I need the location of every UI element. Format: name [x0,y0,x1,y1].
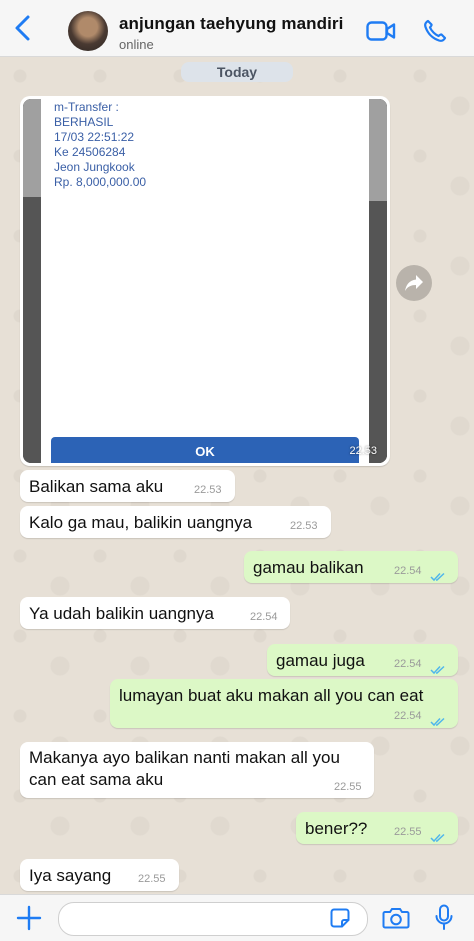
message-text: Balikan sama aku [29,477,164,496]
message-time: 22.53 [349,445,377,457]
message-text: gamau juga [276,651,365,670]
screenshot-line: BERHASIL [54,115,114,129]
image-message[interactable]: m-Transfer : BERHASIL 17/03 22:51:22 Ke … [20,96,390,466]
message-time: 22.53 [194,484,222,496]
message-input-bar [0,894,474,941]
incoming-message[interactable]: Balikan sama aku 22.53 [20,470,235,502]
message-time: 22.54 [394,565,422,577]
screenshot-line: Jeon Jungkook [54,160,135,174]
message-text: lumayan buat aku makan all you can eat [119,686,424,705]
incoming-message[interactable]: Ya udah balikin uangnya 22.54 [20,597,290,629]
microphone-icon[interactable] [434,904,454,932]
screenshot-transfer-details: m-Transfer : BERHASIL 17/03 22:51:22 Ke … [54,100,146,190]
message-text-line: Makanya ayo balikan nanti makan all you [29,748,340,767]
phone-call-icon[interactable] [422,18,448,44]
message-text: gamau balikan [253,558,364,577]
message-text: bener?? [305,819,368,838]
transfer-screenshot[interactable]: m-Transfer : BERHASIL 17/03 22:51:22 Ke … [23,99,387,463]
contact-avatar[interactable] [68,11,108,51]
message-time: 22.55 [138,873,166,885]
contact-name[interactable]: anjungan taehyung mandiri [119,14,343,34]
incoming-message[interactable]: Kalo ga mau, balikin uangnya 22.53 [20,506,331,538]
message-text: Iya sayang [29,866,112,885]
screenshot-line: m-Transfer : [54,100,119,114]
message-input[interactable] [58,902,368,936]
incoming-message[interactable]: Iya sayang 22.55 [20,859,179,891]
contact-status: online [119,37,154,52]
message-time: 22.54 [250,611,278,623]
read-receipt-icon [430,828,446,843]
screenshot-line: Rp. 8,000,000.00 [54,175,147,189]
screenshot-line: 17/03 22:51:22 [54,130,135,144]
camera-icon[interactable] [382,906,410,930]
outgoing-message[interactable]: gamau juga 22.54 [267,644,458,676]
screenshot-page: m-Transfer : BERHASIL 17/03 22:51:22 Ke … [41,99,369,463]
date-divider: Today [181,62,293,82]
video-call-icon[interactable] [366,20,396,42]
outgoing-message[interactable]: bener?? 22.55 [296,812,458,844]
screenshot-line: Ke 24506284 [54,145,126,159]
read-receipt-icon [430,712,446,727]
message-time: 22.53 [290,520,318,532]
read-receipt-icon [430,660,446,675]
sticker-icon[interactable] [330,908,350,928]
outgoing-message[interactable]: lumayan buat aku makan all you can eat 2… [110,679,458,728]
chat-header: anjungan taehyung mandiri online [0,0,474,57]
forward-icon[interactable] [396,265,432,301]
incoming-message[interactable]: Makanya ayo balikan nanti makan all you … [20,742,374,798]
message-text: Ya udah balikin uangnya [29,604,214,623]
read-receipt-icon [430,567,446,582]
outgoing-message[interactable]: gamau balikan 22.54 [244,551,458,583]
message-time: 22.55 [394,826,422,838]
message-time: 22.55 [334,781,362,793]
message-time: 22.54 [394,710,422,722]
screenshot-ok-button: OK [51,437,359,463]
plus-icon[interactable] [16,905,42,931]
message-text-line: can eat sama aku [29,770,164,789]
message-text: Kalo ga mau, balikin uangnya [29,513,253,532]
back-chevron-icon[interactable] [12,14,34,42]
message-time: 22.54 [394,658,422,670]
